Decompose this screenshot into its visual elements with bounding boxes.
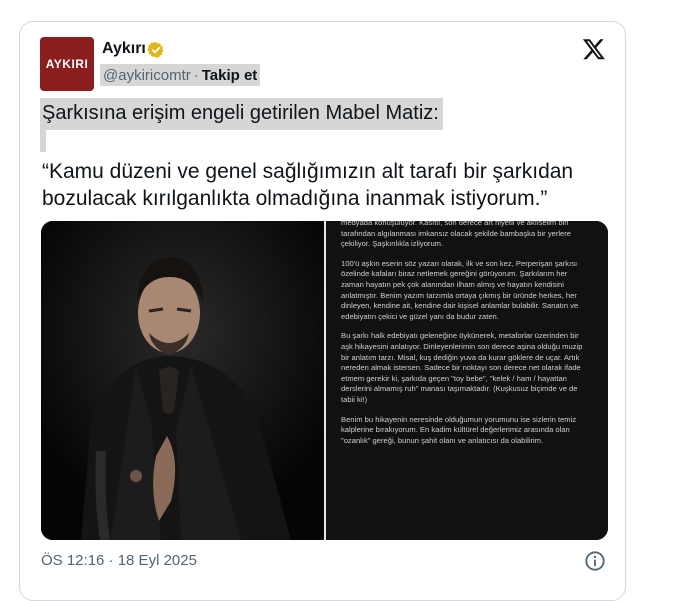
author-name[interactable]: Aykırı — [102, 40, 146, 58]
handle-line: @aykiricomtr · Takip et — [100, 64, 261, 86]
selection-caret — [40, 130, 46, 152]
statement-paragraph-4: Benim bu hikayenin neresinde olduğumun y… — [341, 414, 577, 445]
statement-paragraph-3: Bu şarkı halk edebiyatı geleneğine öykün… — [341, 331, 583, 404]
separator: · — [193, 66, 199, 84]
tweet-quote: “Kamu düzeni ve genel sağlığımızın alt t… — [42, 160, 574, 210]
headline-highlight: Şarkısına erişim engeli getirilen Mabel … — [40, 98, 443, 130]
verified-badge-icon — [147, 42, 164, 58]
tweet-media[interactable]: medyada konuşuluyor. Kasıtlı, son derece… — [41, 221, 608, 540]
portrait-photo — [41, 221, 324, 540]
x-logo-icon[interactable] — [582, 37, 606, 61]
tweet-timestamp[interactable]: ÖS 12:16 · 18 Eyl 2025 — [41, 552, 197, 569]
statement-image: medyada konuşuluyor. Kasıtlı, son derece… — [326, 221, 608, 540]
statement-paragraph-2: 100'ü aşkın eserin söz yazarı olarak, il… — [341, 258, 579, 321]
avatar[interactable]: AYKIRI — [40, 37, 94, 91]
statement-paragraph-1: medyada konuşuluyor. Kasıtlı, son derece… — [341, 221, 572, 249]
info-icon[interactable] — [584, 550, 606, 572]
avatar-logo: AYKIRI — [45, 57, 89, 71]
follow-button[interactable]: Takip et — [202, 67, 258, 84]
author-handle[interactable]: @aykiricomtr — [103, 67, 191, 84]
tweet-headline: Şarkısına erişim engeli getirilen Mabel … — [42, 102, 439, 124]
